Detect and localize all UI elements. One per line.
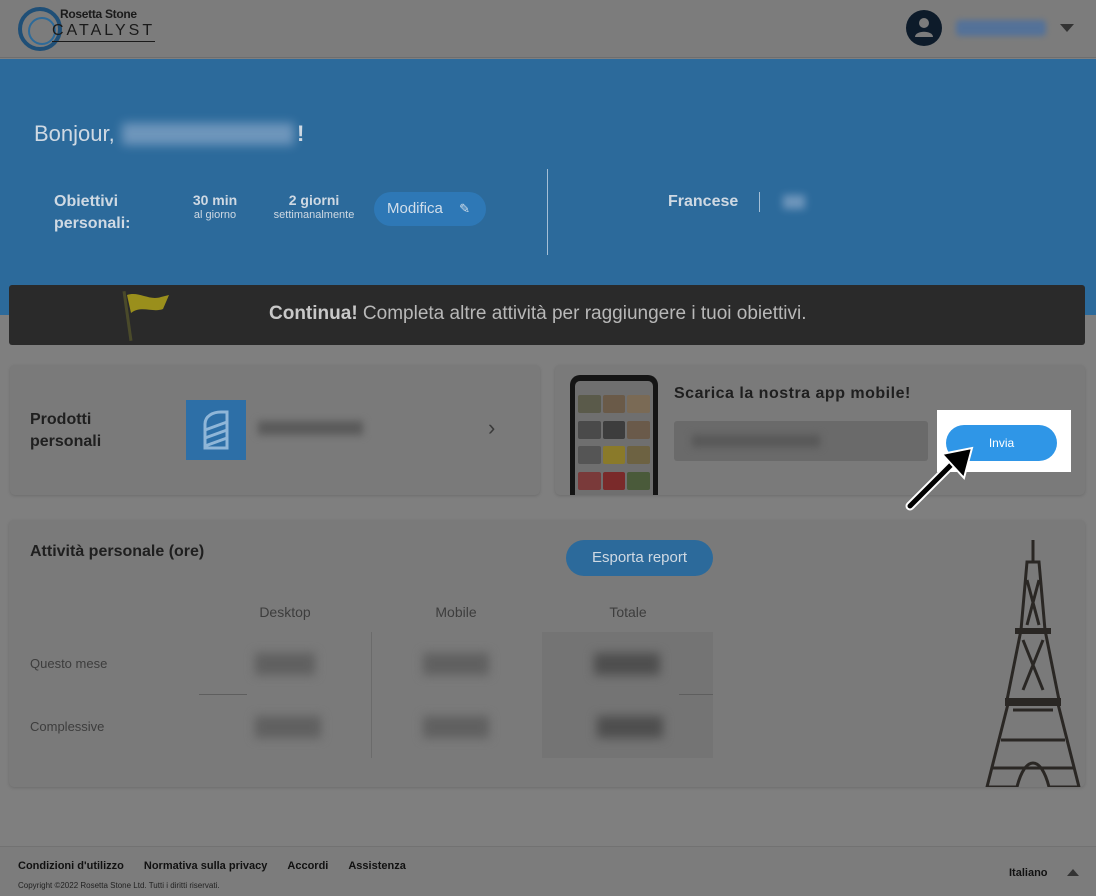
column-divider xyxy=(371,632,372,758)
personal-products-title: Prodotti personali xyxy=(30,411,102,450)
footer-links: Condizioni d'utilizzo Normativa sulla pr… xyxy=(18,860,406,872)
user-avatar[interactable] xyxy=(906,10,942,46)
copyright-text: Copyright ©2022 Rosetta Stone Ltd. Tutti… xyxy=(18,881,220,890)
chevron-right-icon[interactable]: › xyxy=(488,415,495,441)
row-header-this-month: Questo mese xyxy=(30,656,108,671)
modify-goals-label: Modifica xyxy=(387,200,443,217)
personal-goals-label: Obiettivi personali: xyxy=(54,193,131,232)
weekly-days-goal: 2 giorni settimanalmente xyxy=(262,192,366,221)
daily-time-unit: al giorno xyxy=(193,209,237,221)
hero-divider xyxy=(547,169,548,255)
continue-message: Continua! Completa altre attività per ra… xyxy=(269,303,807,325)
eiffel-tower-illustration xyxy=(985,540,1081,787)
phone-illustration xyxy=(570,375,658,495)
flag-icon xyxy=(127,294,169,313)
column-header-total: Totale xyxy=(609,604,647,620)
modify-goals-button[interactable]: Modifica ✎ xyxy=(374,192,486,226)
footer-language-selector[interactable]: Italiano xyxy=(1009,867,1048,879)
mobile-app-title: Scarica la nostra app mobile! xyxy=(674,385,911,402)
pencil-icon: ✎ xyxy=(459,201,470,216)
chevron-up-icon[interactable] xyxy=(1067,869,1079,876)
product-logo-icon xyxy=(186,400,246,460)
footer: Condizioni d'utilizzo Normativa sulla pr… xyxy=(0,846,1096,896)
personal-products-card[interactable]: Prodotti personali › xyxy=(10,365,540,495)
mobile-overall-redacted xyxy=(423,716,489,738)
rosetta-stone-catalyst-logo[interactable]: Rosetta Stone CATALYST xyxy=(18,5,156,51)
language-level-redacted xyxy=(783,195,805,209)
footer-link-privacy[interactable]: Normativa sulla privacy xyxy=(144,860,268,872)
total-this-month-redacted xyxy=(594,653,660,675)
export-report-button[interactable]: Esporta report xyxy=(566,540,713,576)
greeting-suffix: ! xyxy=(297,121,305,146)
total-overall-redacted xyxy=(597,716,663,738)
daily-time-goal: 30 min al giorno xyxy=(186,192,244,221)
logo-product-text: CATALYST xyxy=(52,22,156,42)
email-value-redacted xyxy=(692,435,820,447)
pointer-arrow-icon xyxy=(905,446,974,511)
daily-time-value: 30 min xyxy=(192,192,238,208)
weekly-days-unit: settimanalmente xyxy=(273,209,355,221)
phone-screen xyxy=(575,381,653,495)
row-header-overall: Complessive xyxy=(30,719,105,734)
personal-activity-card: Attività personale (ore) Esporta report … xyxy=(9,520,1085,787)
top-bar: Rosetta Stone CATALYST xyxy=(0,0,1096,58)
weekly-days-value: 2 giorni xyxy=(288,192,340,208)
footer-link-support[interactable]: Assistenza xyxy=(348,860,405,872)
total-column-highlight xyxy=(542,632,713,758)
user-first-name-redacted xyxy=(122,123,294,145)
language-divider xyxy=(759,192,760,212)
logo-brand-text: Rosetta Stone xyxy=(60,7,137,21)
chevron-down-icon[interactable] xyxy=(1060,24,1074,32)
current-language[interactable]: Francese xyxy=(668,193,738,211)
footer-link-terms[interactable]: Condizioni d'utilizzo xyxy=(18,860,124,872)
continue-bold: Continua! xyxy=(269,303,358,324)
activity-title: Attività personale (ore) xyxy=(30,543,205,560)
continue-text: Completa altre attività per raggiungere … xyxy=(357,303,807,324)
column-header-desktop: Desktop xyxy=(259,604,311,620)
greeting-text: Bonjour, xyxy=(34,121,115,146)
continue-banner: Continua! Completa altre attività per ra… xyxy=(9,285,1085,345)
mobile-this-month-redacted xyxy=(423,653,489,675)
hero-section: Bonjour, ! Obiettivi personali: 30 min a… xyxy=(0,59,1096,315)
row-divider xyxy=(199,694,247,695)
user-name-redacted[interactable] xyxy=(956,20,1046,36)
product-name-redacted xyxy=(258,421,363,435)
user-icon xyxy=(915,18,933,37)
column-header-mobile: Mobile xyxy=(435,604,477,620)
footer-link-agreements[interactable]: Accordi xyxy=(287,860,328,872)
row-divider xyxy=(679,694,713,695)
desktop-this-month-redacted xyxy=(255,653,315,675)
desktop-overall-redacted xyxy=(255,716,321,738)
